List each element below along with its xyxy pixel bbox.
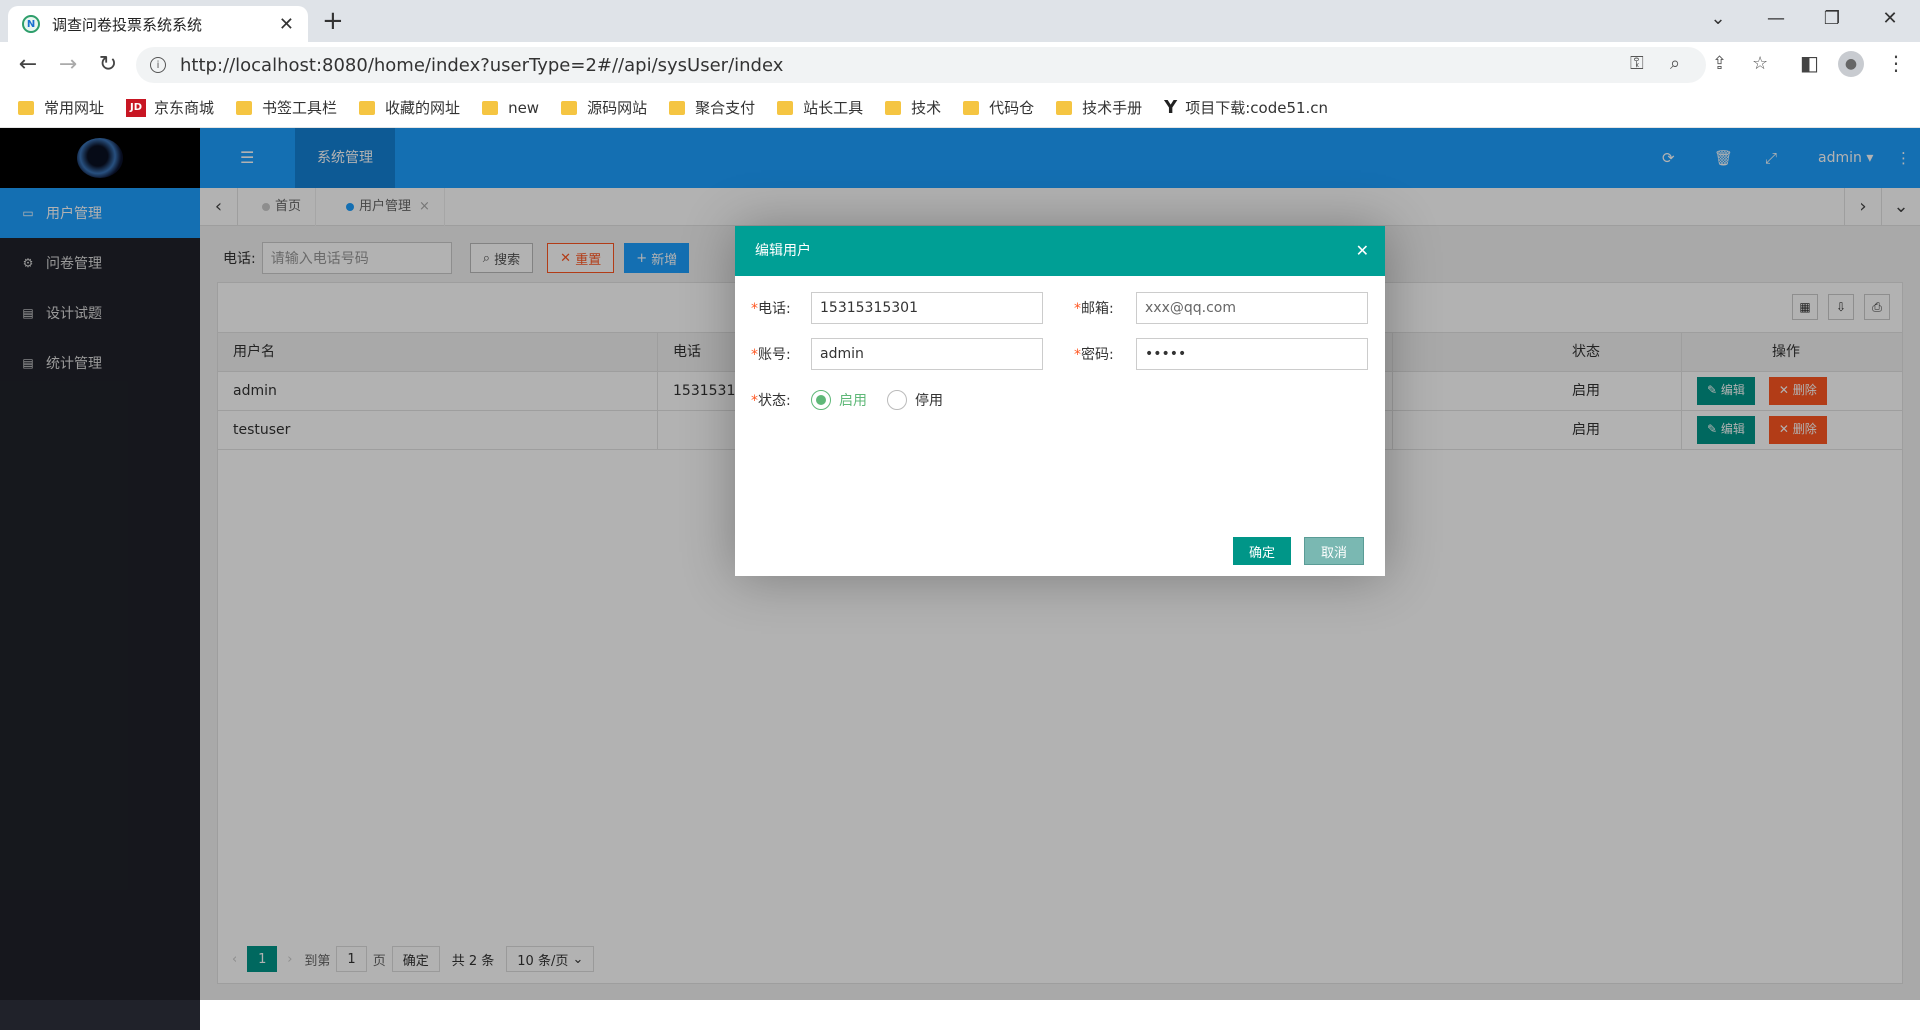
status-label-text: 状态:	[758, 393, 791, 409]
bookmark-label: 京东商城	[154, 99, 215, 117]
zoom-icon[interactable]: ⌕	[1670, 53, 1680, 74]
bookmark-item[interactable]: new	[482, 99, 539, 117]
bookmark-label: 聚合支付	[695, 99, 756, 117]
address-bar: ← → ↻ i http://localhost:8080/home/index…	[0, 42, 1920, 88]
phone-field[interactable]: 15315315301	[811, 292, 1043, 324]
folder-icon	[669, 100, 686, 115]
email-field[interactable]: xxx@qq.com	[1136, 292, 1368, 324]
bookmark-label: 书签工具栏	[262, 99, 338, 117]
status-row: *状态: 启用 停用	[751, 390, 963, 410]
phone-row: *电话: 15315315301	[751, 292, 1043, 324]
password-field[interactable]: •••••	[1136, 338, 1368, 370]
bookmark-item[interactable]: Y 项目下载:code51.cn	[1164, 97, 1328, 118]
minimize-button[interactable]: —	[1756, 4, 1796, 34]
dialog-header: 编辑用户 ✕	[735, 226, 1385, 276]
edit-user-dialog: 编辑用户 ✕ *电话: 15315315301 *邮箱: xxx@qq.com …	[735, 226, 1385, 576]
folder-icon	[18, 100, 34, 115]
folder-icon	[236, 100, 253, 115]
site-info-icon[interactable]: i	[150, 57, 166, 73]
bookmark-item[interactable]: 常用网址	[18, 97, 104, 118]
account-row: *账号: admin	[751, 338, 1043, 370]
bookmark-item[interactable]: 收藏的网址	[359, 97, 460, 118]
phone-field-label: *电话:	[751, 301, 791, 317]
restore-button[interactable]: ❐	[1812, 4, 1852, 34]
close-window-button[interactable]: ✕	[1870, 4, 1910, 34]
status-disabled-radio[interactable]: 停用	[887, 390, 943, 410]
confirm-button[interactable]: 确定	[1233, 537, 1292, 565]
bookmark-label: 站长工具	[803, 99, 864, 117]
browser-tab-strip: N 调查问卷投票系统系统 ✕ + ⌄ — ❐ ✕	[0, 0, 1920, 42]
favicon-icon: N	[22, 15, 40, 33]
folder-icon	[359, 100, 376, 115]
y-logo-icon: Y	[1164, 97, 1178, 118]
bookmark-item[interactable]: 技术手册	[1056, 97, 1142, 118]
menu-kebab-icon[interactable]: ⋮	[1886, 51, 1906, 75]
person-icon: ●	[1838, 51, 1864, 77]
radio-checked-icon	[811, 390, 831, 410]
cancel-button[interactable]: 取消	[1304, 537, 1365, 565]
folder-icon	[561, 100, 578, 115]
bookmark-item[interactable]: 站长工具	[777, 97, 863, 118]
back-button[interactable]: ←	[12, 50, 44, 80]
phone-label-text: 电话:	[758, 301, 791, 317]
folder-icon	[482, 100, 499, 115]
bookmark-label: 技术手册	[1082, 99, 1143, 117]
radio-label: 停用	[915, 393, 943, 409]
browser-tab-title: 调查问卷投票系统系统	[52, 15, 203, 34]
bookmark-item[interactable]: 源码网站	[561, 97, 647, 118]
account-field-label: *账号:	[751, 347, 791, 363]
tab-search-icon[interactable]: ⌄	[1698, 4, 1738, 34]
bookmark-label: 代码仓	[989, 99, 1035, 117]
reload-button[interactable]: ↻	[92, 50, 124, 80]
bookmark-label: new	[508, 98, 540, 117]
browser-tab[interactable]: N 调查问卷投票系统系统 ✕	[8, 6, 308, 42]
bookmark-star-icon[interactable]: ☆	[1752, 53, 1768, 74]
dialog-title: 编辑用户	[755, 243, 811, 259]
bookmark-label: 技术	[911, 99, 942, 117]
radio-label: 启用	[839, 393, 867, 409]
bookmarks-bar: 常用网址 JD 京东商城 书签工具栏 收藏的网址 new 源码网站 聚合支付 站长…	[0, 88, 1920, 128]
password-label-text: 密码:	[1081, 347, 1114, 363]
bookmark-item[interactable]: 代码仓	[963, 97, 1034, 118]
bookmark-item[interactable]: 技术	[885, 97, 941, 118]
jd-logo-icon: JD	[126, 98, 147, 117]
password-row: *密码: •••••	[1074, 338, 1368, 370]
email-field-label: *邮箱:	[1074, 301, 1114, 317]
close-tab-icon[interactable]: ✕	[279, 14, 294, 35]
folder-icon	[1056, 100, 1073, 115]
bookmark-label: 收藏的网址	[385, 99, 461, 117]
url-text[interactable]: http://localhost:8080/home/index?userTyp…	[180, 55, 783, 76]
bookmark-label: 常用网址	[44, 99, 105, 117]
radio-unchecked-icon	[887, 390, 907, 410]
bookmark-item[interactable]: JD 京东商城	[126, 97, 214, 118]
bookmark-item[interactable]: 书签工具栏	[236, 97, 337, 118]
folder-icon	[963, 100, 980, 115]
email-label-text: 邮箱:	[1081, 301, 1114, 317]
bookmark-item[interactable]: 聚合支付	[669, 97, 755, 118]
folder-icon	[885, 100, 902, 115]
key-icon[interactable]: ⚿	[1630, 53, 1644, 74]
footer	[200, 1000, 1920, 1030]
bookmark-label: 项目下载:code51.cn	[1185, 99, 1329, 117]
close-icon[interactable]: ✕	[1356, 226, 1369, 276]
email-row: *邮箱: xxx@qq.com	[1074, 292, 1368, 324]
share-icon[interactable]: ⇪	[1712, 53, 1727, 74]
account-field[interactable]: admin	[811, 338, 1043, 370]
folder-icon	[777, 100, 794, 115]
new-tab-button[interactable]: +	[322, 6, 344, 36]
account-label-text: 账号:	[758, 347, 791, 363]
status-field-label: *状态:	[751, 393, 791, 409]
bookmark-label: 源码网站	[587, 99, 648, 117]
password-field-label: *密码:	[1074, 347, 1114, 363]
forward-button[interactable]: →	[52, 50, 84, 80]
profile-avatar[interactable]: ●	[1838, 51, 1864, 77]
status-enabled-radio[interactable]: 启用	[811, 390, 867, 410]
side-panel-icon[interactable]: ◧	[1800, 51, 1819, 75]
url-omnibox[interactable]: i http://localhost:8080/home/index?userT…	[136, 47, 1706, 83]
